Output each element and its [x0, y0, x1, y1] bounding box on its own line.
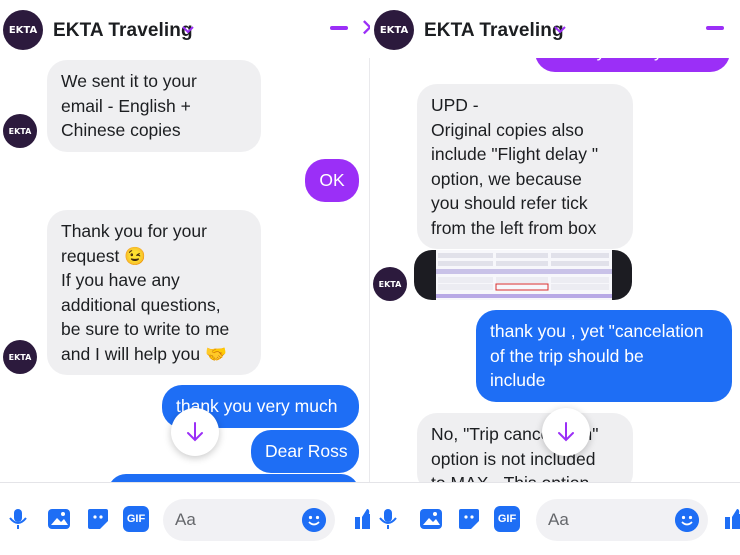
message-line: Chinese copies: [61, 120, 181, 140]
message-input[interactable]: Aa: [163, 499, 335, 541]
avatar-text: EKTA: [8, 126, 32, 136]
attached-form-screenshot: [436, 250, 612, 300]
message-line: Thank you for your: [61, 221, 207, 241]
chevron-down-icon[interactable]: [180, 22, 196, 38]
message-line: you should refer tick: [431, 193, 588, 213]
minimize-icon[interactable]: [706, 26, 724, 30]
input-placeholder: Aa: [175, 510, 196, 529]
gif-label: GIF: [126, 513, 146, 525]
avatar-text: EKTA: [8, 24, 38, 36]
message-outgoing[interactable]: OK: [305, 159, 359, 202]
chat-header: EKTA EKTA Traveling: [370, 0, 740, 58]
message-line: We sent it to your: [61, 71, 197, 91]
chat-header: EKTA EKTA Traveling ✕: [0, 0, 370, 58]
message-line: include: [490, 370, 546, 390]
message-line: No, "Trip cancelation": [431, 424, 599, 444]
message-input[interactable]: Aa: [536, 499, 708, 541]
message-line: If you have any: [61, 270, 180, 290]
input-placeholder: Aa: [548, 510, 569, 529]
message-incoming[interactable]: We sent it to your email - English + Chi…: [47, 60, 261, 152]
message-line: of the trip should be: [490, 345, 644, 366]
sticker-icon[interactable]: [85, 506, 111, 532]
emoji-icon[interactable]: [302, 508, 326, 532]
left-chat-window: EKTA EKTA Traveling ✕ We sent it to your…: [0, 0, 370, 555]
message-line: email - English +: [61, 95, 191, 116]
message-line: additional questions,: [61, 294, 221, 315]
microphone-icon[interactable]: [375, 506, 401, 532]
avatar-text: EKTA: [8, 352, 32, 362]
like-icon[interactable]: [722, 506, 740, 532]
message-line: and I will help you 🤝: [61, 343, 227, 364]
contact-avatar[interactable]: EKTA: [374, 10, 414, 50]
microphone-icon[interactable]: [5, 506, 31, 532]
message-line: be sure to write to me: [61, 319, 230, 339]
arrow-down-icon: [558, 422, 574, 442]
message-outgoing[interactable]: thank you , yet "cancelation of the trip…: [476, 310, 732, 402]
contact-avatar[interactable]: EKTA: [3, 10, 43, 50]
image-icon[interactable]: [46, 506, 72, 532]
message-line: option is not included: [431, 448, 596, 469]
attached-image[interactable]: [414, 250, 632, 300]
gif-icon[interactable]: GIF: [123, 506, 149, 532]
message-incoming[interactable]: Thank you for your request 😉 If you have…: [47, 210, 261, 375]
message-line: include "Flight delay ": [431, 144, 599, 164]
message-incoming[interactable]: No, "Trip cancelation" option is not inc…: [417, 413, 633, 493]
sender-avatar: EKTA: [373, 267, 407, 301]
chat-title[interactable]: EKTA Traveling: [53, 20, 193, 42]
message-line: option, we because: [431, 168, 582, 189]
gif-label: GIF: [497, 513, 517, 525]
message-line: UPD -: [431, 95, 479, 115]
chevron-down-icon[interactable]: [552, 22, 568, 38]
message-line: thank you , yet "cancelation: [490, 321, 704, 341]
minimize-icon[interactable]: [330, 26, 348, 30]
emoji-icon[interactable]: [675, 508, 699, 532]
avatar-text: EKTA: [379, 24, 409, 36]
message-line: Dear Ross: [265, 441, 348, 461]
message-line: Original copies also: [431, 119, 584, 140]
gif-icon[interactable]: GIF: [494, 506, 520, 532]
message-incoming[interactable]: UPD - Original copies also include "Flig…: [417, 84, 633, 249]
like-icon[interactable]: [352, 506, 370, 532]
scroll-to-bottom-button[interactable]: [542, 408, 590, 456]
sender-avatar: EKTA: [3, 114, 37, 148]
message-line: request 😉: [61, 245, 147, 266]
message-line: OK: [319, 170, 345, 190]
message-outgoing[interactable]: Dear Ross: [251, 430, 359, 473]
chat-title[interactable]: EKTA Traveling: [424, 20, 564, 42]
message-line: from the left from box: [431, 217, 597, 238]
image-icon[interactable]: [418, 506, 444, 532]
sender-avatar: EKTA: [3, 340, 37, 374]
close-icon[interactable]: ✕: [360, 14, 370, 42]
composer-bar: GIF Aa: [370, 482, 740, 555]
arrow-down-icon: [187, 422, 203, 442]
avatar-text: EKTA: [378, 279, 402, 289]
composer-bar: GIF Aa: [0, 482, 370, 555]
form-thumbnail-graphic: [436, 250, 612, 300]
sticker-icon[interactable]: [456, 506, 482, 532]
scroll-to-bottom-button[interactable]: [171, 408, 219, 456]
